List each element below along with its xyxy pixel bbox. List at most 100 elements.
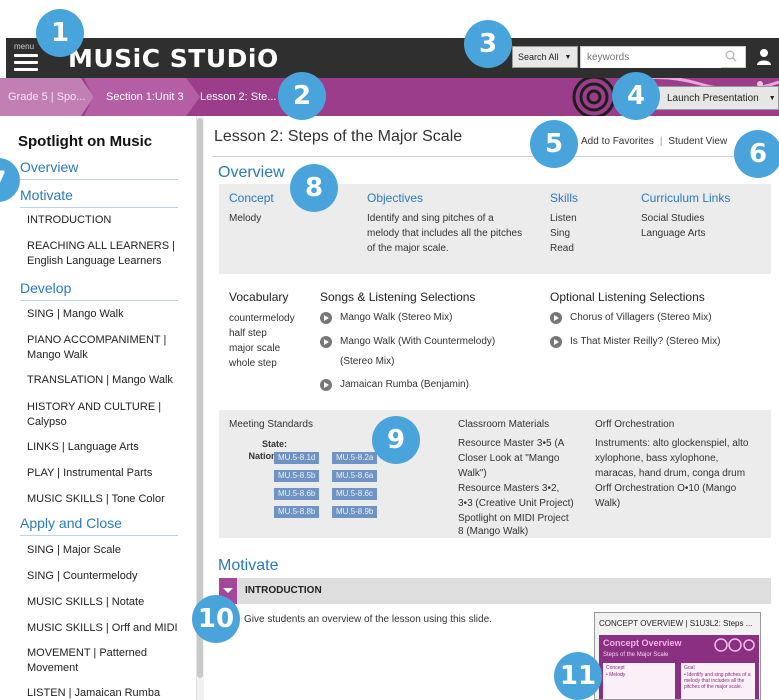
search-input[interactable] — [581, 47, 721, 68]
introduction-text: Give students an overview of the lesson … — [244, 614, 492, 625]
sidebar-item-play[interactable]: PLAY | Instrumental Parts — [27, 466, 182, 481]
chevron-down-icon: ▼ — [564, 53, 572, 61]
launch-presentation-label: Launch Presentation — [667, 92, 759, 104]
menu-label: menu — [14, 42, 35, 51]
vocabulary-item: whole step — [229, 358, 277, 369]
materials-line: Resource Master 3•5 (A — [458, 438, 565, 449]
concept-heading: Concept — [229, 191, 274, 205]
divider — [212, 156, 779, 157]
sidebar-item-piano-accompaniment[interactable]: PIANO ACCOMPANIMENT | Mango Walk — [27, 333, 182, 363]
vocabulary-item: half step — [229, 328, 267, 339]
sidebar-item-sing-mango-walk[interactable]: SING | Mango Walk — [27, 307, 182, 322]
song-title[interactable]: Is That Mister Reilly? (Stereo Mix) — [570, 334, 720, 350]
sidebar-item-history-culture[interactable]: HISTORY AND CULTURE | Calypso — [27, 400, 182, 430]
sidebar-item-music-skills-orff[interactable]: MUSIC SKILLS | Orff and MIDI — [27, 621, 182, 636]
sidebar-item-movement[interactable]: MOVEMENT | Patterned Movement — [27, 646, 182, 676]
play-icon[interactable] — [550, 336, 562, 348]
sidebar-item-introduction[interactable]: INTRODUCTION — [27, 213, 182, 228]
divider — [20, 179, 178, 180]
callout-badge-6: 6 — [734, 130, 779, 178]
slide-thumbnail-image[interactable]: Concept Overview Steps of the Major Scal… — [599, 635, 759, 699]
play-icon[interactable] — [320, 336, 332, 348]
slide-thumbnail-card[interactable]: CONCEPT OVERVIEW | S1U3L2: Steps ... Con… — [594, 612, 761, 700]
play-icon[interactable] — [550, 312, 562, 324]
slide-panel: Concept • Melody — [603, 663, 675, 699]
callout-badge-11: 11 — [554, 652, 602, 700]
introduction-accordion[interactable]: INTRODUCTION — [219, 578, 771, 604]
songs-heading: Songs & Listening Selections — [320, 290, 476, 304]
sidebar-section-motivate[interactable]: Motivate — [20, 187, 73, 203]
search-scope-dropdown[interactable]: Search All ▼ — [512, 46, 578, 68]
objectives-line: Identify and sing pitches of a — [367, 213, 494, 224]
standard-tag[interactable]: MU.5-8.1d — [274, 452, 320, 464]
sidebar-item-links[interactable]: LINKS | Language Arts — [27, 440, 182, 455]
sidebar-scrollbar-thumb[interactable] — [197, 118, 203, 678]
callout-badge-1: 1 — [36, 9, 84, 57]
student-view-link[interactable]: Student View — [668, 136, 727, 147]
song-title[interactable]: Chorus of Villagers (Stereo Mix) — [570, 310, 712, 326]
sidebar-item-sing-countermelody[interactable]: SING | Countermelody — [27, 569, 182, 584]
sidebar-item-music-skills-tone[interactable]: MUSIC SKILLS | Tone Color — [27, 492, 182, 507]
decorative-swirl-graphic — [714, 638, 755, 652]
song-title[interactable]: Jamaican Rumba (Benjamin) — [340, 377, 469, 393]
breadcrumb-grade[interactable]: Grade 5 | Spo... — [0, 78, 94, 116]
classroom-materials-heading: Classroom Materials — [458, 419, 550, 430]
orff-line: maracas, hand drum, conga drum — [595, 468, 746, 479]
chevron-down-icon[interactable]: ▼ — [769, 95, 776, 102]
song-row[interactable]: Mango Walk (Stereo Mix) — [320, 310, 452, 326]
skill-item: Read — [550, 243, 574, 254]
top-bar: menu MUSiC STUDiO Search All ▼ — [6, 38, 779, 78]
standards-panel: Meeting Standards State: National: MU.5-… — [219, 410, 771, 538]
play-icon[interactable] — [320, 312, 332, 324]
standard-tag[interactable]: MU.5-8.9b — [332, 506, 378, 518]
materials-line: 8 (Mango Walk) — [458, 526, 529, 537]
meeting-standards-heading: Meeting Standards — [229, 419, 313, 430]
concept-value: Melody — [229, 213, 262, 224]
song-title[interactable]: Mango Walk (With Countermelody) — [340, 334, 495, 350]
standard-tag[interactable]: MU.5-8.6b — [274, 488, 320, 500]
play-icon[interactable] — [320, 379, 332, 391]
materials-line: Walk") — [458, 468, 487, 479]
optional-song-row[interactable]: Is That Mister Reilly? (Stereo Mix) — [550, 334, 720, 350]
standard-tag[interactable]: MU.5-8.6c — [332, 488, 377, 500]
materials-line: Resource Masters 3•2, — [458, 483, 560, 494]
sidebar-item-music-skills-notate[interactable]: MUSIC SKILLS | Notate — [27, 595, 182, 610]
add-to-favorites-link[interactable]: Add to Favorites — [581, 136, 654, 147]
song-row[interactable]: Mango Walk (With Countermelody) — [320, 334, 495, 350]
slide-panel-text: • Identify and sing pitches of a melody … — [684, 672, 751, 690]
standard-tag[interactable]: MU.5-8.2a — [332, 452, 378, 464]
slide-panel-heading: Concept — [606, 665, 625, 671]
orff-line: xylophone, bass xylophone, — [595, 453, 719, 464]
divider — [20, 535, 178, 536]
breadcrumb-section[interactable]: Section 1:Unit 3 — [84, 78, 200, 116]
callout-badge-2: 2 — [278, 72, 326, 120]
introduction-label[interactable]: INTRODUCTION — [245, 585, 322, 596]
song-row[interactable]: Jamaican Rumba (Benjamin) — [320, 377, 469, 393]
slide-subtitle: Steps of the Major Scale — [603, 652, 669, 658]
curriculum-link: Social Studies — [641, 213, 705, 224]
sidebar-item-reaching-all-learners[interactable]: REACHING ALL LEARNERS | English Language… — [27, 239, 182, 269]
app-logo[interactable]: MUSiC STUDiO — [68, 44, 279, 73]
slide-thumbnail-title[interactable]: CONCEPT OVERVIEW | S1U3L2: Steps ... — [599, 619, 752, 628]
user-icon[interactable] — [756, 48, 772, 66]
curriculum-link: Language Arts — [641, 228, 706, 239]
breadcrumb-lesson[interactable]: Lesson 2: Ste... — [192, 78, 276, 116]
standard-tag[interactable]: MU.5-8.8b — [274, 506, 320, 518]
objectives-line: melody that includes all the pitches — [367, 228, 523, 239]
callout-badge-10: 10 — [192, 595, 240, 643]
sidebar-item-listen-jamaican-rumba[interactable]: LISTEN | Jamaican Rumba — [27, 686, 182, 700]
song-title-continued[interactable]: (Stereo Mix) — [340, 354, 394, 369]
breadcrumb: Grade 5 | Spo... Section 1:Unit 3 Lesson… — [0, 78, 779, 116]
sidebar-item-overview[interactable]: Overview — [20, 159, 78, 175]
search-icon[interactable] — [725, 50, 737, 62]
sidebar-section-develop[interactable]: Develop — [20, 280, 71, 296]
standard-tag[interactable]: MU.5-8.6a — [332, 470, 378, 482]
song-title[interactable]: Mango Walk (Stereo Mix) — [340, 310, 452, 326]
sidebar-item-sing-major-scale[interactable]: SING | Major Scale — [27, 543, 182, 558]
sidebar-section-apply-close[interactable]: Apply and Close — [20, 515, 122, 531]
sidebar-item-translation[interactable]: TRANSLATION | Mango Walk — [27, 373, 182, 388]
callout-badge-5: 5 — [530, 120, 578, 168]
callout-badge-3: 3 — [464, 20, 512, 68]
optional-song-row[interactable]: Chorus of Villagers (Stereo Mix) — [550, 310, 712, 326]
standard-tag[interactable]: MU.5-8.5b — [274, 470, 320, 482]
